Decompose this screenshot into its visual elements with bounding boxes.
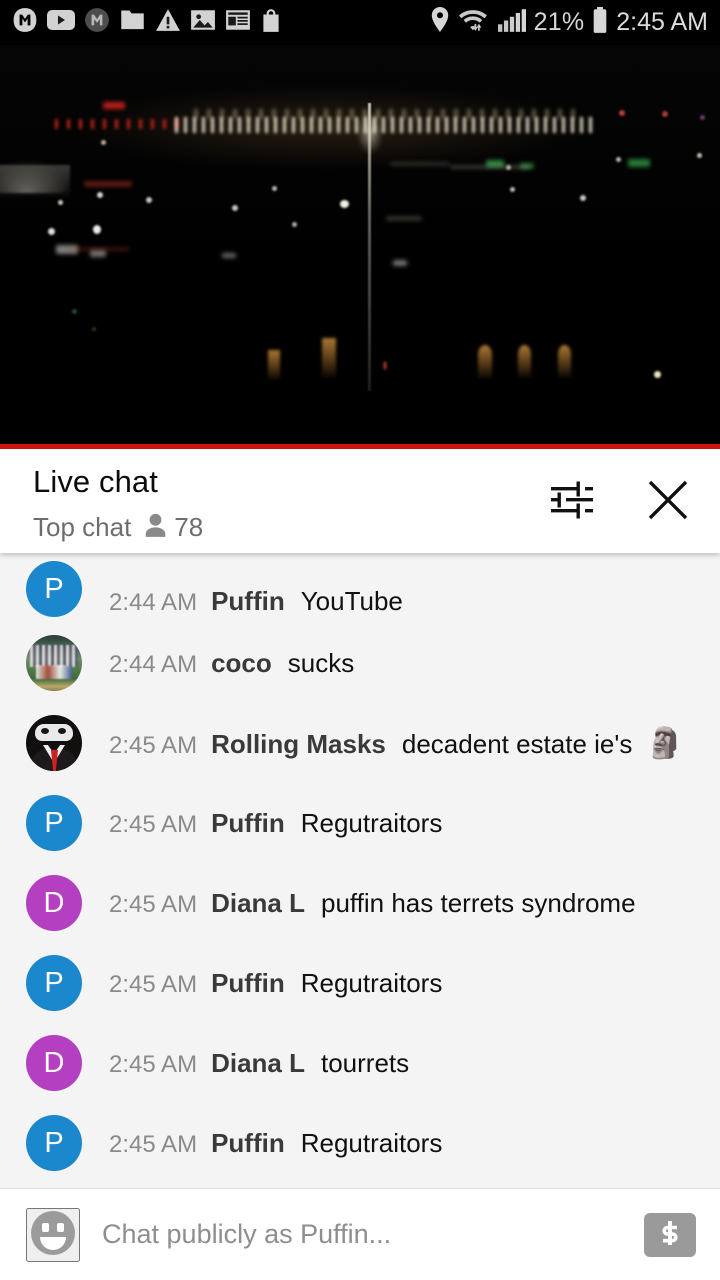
avatar[interactable]: P bbox=[26, 955, 82, 1011]
person-icon bbox=[144, 513, 167, 543]
message-author[interactable]: Puffin bbox=[211, 586, 285, 617]
chat-message-row[interactable]: D 2:45 AM Diana L puffin has terrets syndro… bbox=[0, 863, 720, 943]
avatar[interactable]: P bbox=[26, 795, 82, 851]
message-text: Regutraitors bbox=[300, 1127, 443, 1158]
status-bar-system-icons: 21% 2:45 AM bbox=[430, 6, 708, 39]
live-chat-subheader: Top chat 78 bbox=[33, 512, 203, 543]
folder-icon bbox=[119, 8, 146, 37]
live-video-player[interactable] bbox=[0, 45, 720, 449]
chat-input-bar bbox=[0, 1188, 720, 1280]
message-timestamp: 2:45 AM bbox=[109, 810, 198, 838]
viewer-count-label: 78 bbox=[174, 512, 204, 542]
superchat-button[interactable] bbox=[644, 1212, 696, 1257]
emoji-smiley-icon bbox=[28, 1208, 78, 1261]
chat-message-row[interactable]: 2:44 AM coco sucks bbox=[0, 623, 720, 703]
news-icon bbox=[225, 8, 251, 37]
emoji-picker-button[interactable] bbox=[26, 1207, 80, 1262]
chat-message-row[interactable]: P 2:45 AM Puffin Regutraitors bbox=[0, 1103, 720, 1183]
message-timestamp: 2:44 AM bbox=[109, 650, 198, 678]
chat-message-row[interactable]: D 2:45 AM Diana L tourrets bbox=[0, 1023, 720, 1103]
live-chat-title: Live chat bbox=[33, 464, 158, 499]
chat-message-body: 2:45 AM Puffin Regutraitors bbox=[109, 808, 442, 839]
avatar-initial: D bbox=[43, 886, 65, 919]
chat-message-list[interactable]: P 2:44 AM Puffin YouTube 2:44 AM coco sucks 2:4… bbox=[0, 553, 720, 1188]
avatar-mask[interactable] bbox=[26, 715, 82, 771]
message-timestamp: 2:44 AM bbox=[109, 589, 198, 616]
message-text: Regutraitors bbox=[300, 967, 443, 998]
message-author[interactable]: Rolling Masks bbox=[211, 729, 386, 760]
dollar-superchat-icon bbox=[655, 1218, 685, 1251]
viewer-count-group: 78 bbox=[144, 512, 203, 543]
message-author[interactable]: Puffin bbox=[211, 968, 285, 999]
chat-message-row[interactable]: P 2:44 AM Puffin YouTube bbox=[0, 553, 720, 623]
message-timestamp: 2:45 AM bbox=[109, 1130, 198, 1158]
message-text: puffin has terrets syndrome bbox=[320, 887, 636, 918]
message-text: tourrets bbox=[320, 1047, 410, 1078]
status-bar-notification-icons bbox=[12, 7, 282, 38]
avatar-initial: P bbox=[44, 572, 64, 605]
message-text: Regutraitors bbox=[300, 807, 443, 838]
message-text: sucks bbox=[287, 647, 355, 678]
shopping-bag-icon bbox=[260, 8, 282, 38]
m-badge-icon bbox=[84, 7, 110, 38]
message-timestamp: 2:45 AM bbox=[109, 1050, 198, 1078]
avatar-initial: P bbox=[44, 1126, 64, 1159]
avatar-initial: P bbox=[44, 966, 64, 999]
avatar-initial: D bbox=[43, 1046, 65, 1079]
avatar-mask-part bbox=[58, 728, 66, 734]
message-text: decadent estate ie's bbox=[401, 728, 633, 759]
cellular-signal-icon bbox=[497, 8, 526, 37]
chat-message-body: 2:45 AM Diana L tourrets bbox=[109, 1048, 409, 1079]
live-chat-header: Live chat Top chat 78 bbox=[0, 449, 720, 553]
mail-m-icon bbox=[12, 7, 38, 38]
chat-message-body: 2:44 AM Puffin YouTube bbox=[109, 586, 403, 617]
chat-settings-button[interactable] bbox=[542, 471, 602, 531]
video-foreground-lights bbox=[0, 45, 720, 449]
tune-sliders-icon bbox=[549, 478, 595, 525]
message-author[interactable]: Puffin bbox=[211, 808, 285, 839]
message-text: YouTube bbox=[300, 586, 403, 616]
chat-message-input[interactable] bbox=[102, 1219, 630, 1250]
avatar[interactable]: P bbox=[26, 561, 82, 617]
location-pin-icon bbox=[430, 7, 450, 38]
message-timestamp: 2:45 AM bbox=[109, 890, 198, 918]
chat-message-row[interactable]: 2:45 AM Rolling Masks decadent estate ie's… bbox=[0, 703, 720, 783]
chat-mode-label[interactable]: Top chat bbox=[33, 512, 131, 543]
message-author[interactable]: Diana L bbox=[211, 1048, 305, 1079]
avatar-initial: P bbox=[44, 806, 64, 839]
avatar-mask-part bbox=[41, 728, 49, 734]
close-x-icon bbox=[643, 475, 693, 528]
photo-icon bbox=[190, 8, 216, 37]
close-chat-button[interactable] bbox=[638, 471, 698, 531]
chat-message-row[interactable]: P 2:45 AM Puffin Regutraitors bbox=[0, 783, 720, 863]
chat-message-body: 2:45 AM Puffin Regutraitors bbox=[109, 968, 442, 999]
status-bar: 21% 2:45 AM bbox=[0, 0, 720, 45]
wifi-icon bbox=[458, 7, 490, 38]
avatar[interactable]: P bbox=[26, 1115, 82, 1171]
avatar[interactable]: D bbox=[26, 1035, 82, 1091]
battery-percent-label: 21% bbox=[533, 8, 585, 36]
chat-message-row[interactable]: P 2:45 AM Puffin Regutraitors bbox=[0, 943, 720, 1023]
clock-label: 2:45 AM bbox=[616, 8, 708, 36]
chat-message-body: 2:45 AM Diana L puffin has terrets syndrom… bbox=[109, 888, 636, 919]
youtube-live-chat-screen: 21% 2:45 AM Live chat Top chat 78 P 2:44… bbox=[0, 0, 720, 1280]
chat-message-body: 2:44 AM coco sucks bbox=[109, 648, 354, 679]
chat-message-body: 2:45 AM Puffin Regutraitors bbox=[109, 1128, 442, 1159]
message-emoji: 🗿 bbox=[646, 726, 684, 760]
chat-message-body: 2:45 AM Rolling Masks decadent estate ie's… bbox=[109, 726, 684, 761]
message-timestamp: 2:45 AM bbox=[109, 731, 198, 759]
message-timestamp: 2:45 AM bbox=[109, 970, 198, 998]
avatar-photo[interactable] bbox=[26, 635, 82, 691]
live-chat-header-actions bbox=[542, 449, 698, 553]
youtube-icon bbox=[47, 7, 75, 38]
avatar[interactable]: D bbox=[26, 875, 82, 931]
warning-icon bbox=[155, 8, 181, 37]
message-author[interactable]: coco bbox=[211, 648, 272, 679]
message-author[interactable]: Puffin bbox=[211, 1128, 285, 1159]
battery-icon bbox=[592, 6, 608, 39]
message-author[interactable]: Diana L bbox=[211, 888, 305, 919]
